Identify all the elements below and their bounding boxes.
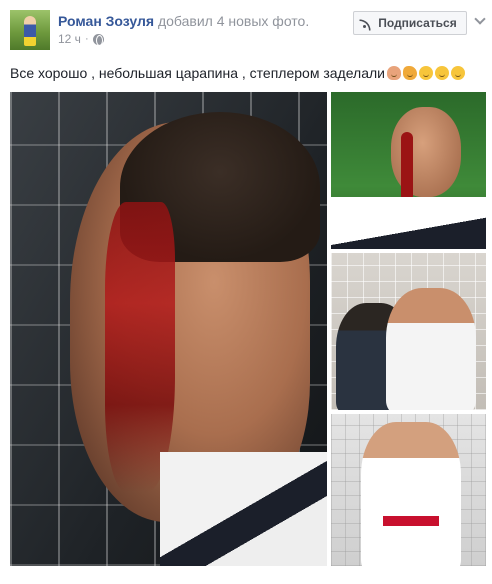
globe-icon[interactable] [92,33,104,46]
post-text: Все хорошо , небольшая царапина , степле… [10,64,465,82]
photo-thumbnail-3[interactable] [331,414,486,566]
post-action-text: добавил 4 новых фото. [157,13,310,29]
post-timestamp[interactable]: 12 ч [58,32,81,46]
avatar[interactable] [10,10,50,50]
flexed-biceps-emoji-icon [402,66,417,80]
post-header: Роман Зозуля добавил 4 новых фото. 12 ч … [0,0,492,56]
author-name-link[interactable]: Роман Зозуля [58,13,154,29]
slightly-smiling-emoji-icon [418,66,433,80]
post-author-line: Роман Зозуля добавил 4 новых фото. [58,12,309,30]
photo-thumbnail-1[interactable] [331,92,486,249]
post-meta: 12 ч · [58,32,104,46]
photo-thumbnail-2[interactable] [331,253,486,410]
post-message: Все хорошо , небольшая царапина , степле… [10,65,385,81]
chevron-down-icon[interactable] [474,14,486,26]
rss-icon [363,18,373,28]
sleepy-emoji-icon [450,66,465,80]
subscribe-label: Подписаться [378,16,457,30]
photo-main[interactable] [10,92,327,566]
grinning-sweat-emoji-icon [434,66,449,80]
meta-separator: · [84,33,89,45]
person-emoji-icon [386,66,401,80]
subscribe-button[interactable]: Подписаться [353,11,467,35]
post-emojis [386,66,465,80]
